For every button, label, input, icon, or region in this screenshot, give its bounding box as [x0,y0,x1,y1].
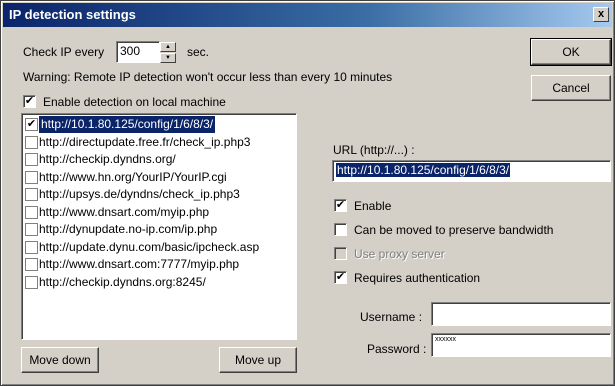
bandwidth-label: Can be moved to preserve bandwidth [354,223,554,237]
auth-checkbox[interactable]: ✔ [334,271,347,284]
url-item-checkbox[interactable] [25,170,38,184]
move-up-button[interactable]: Move up [219,347,297,373]
auth-label: Requires authentication [354,271,481,285]
url-item-label: http://www.dnsart.com:7777/myip.php [39,257,240,271]
check-mark-icon: ✔ [24,95,35,107]
url-item-checkbox[interactable] [25,135,38,149]
url-item-label: http://directupdate.free.fr/check_ip.php… [39,134,251,149]
username-input[interactable] [431,302,611,326]
url-item-checkbox[interactable] [25,223,38,236]
url-item-label: http://www.dnsart.com/myip.php [39,204,210,219]
proxy-label: Use proxy server [354,247,445,261]
username-label: Username : [360,310,423,324]
url-item-checkbox[interactable] [25,275,38,289]
check-ip-label: Check IP every [23,45,105,59]
url-item-checkbox[interactable] [25,240,38,254]
local-detection-label: Enable detection on local machine [43,95,226,109]
password-input[interactable]: xxxxxx [431,333,611,357]
spin-up-button[interactable]: ▲ [160,42,176,52]
warning-text: Warning: Remote IP detection won't occur… [23,70,393,84]
url-item-label: http://dynupdate.no-ip.com/ip.php [39,222,218,236]
url-list[interactable]: ✔ http://10.1.80.125/config/1/6/8/3/http:… [21,113,297,340]
url-item-checkbox[interactable] [25,153,38,166]
url-item-label: http://upsys.de/dyndns/check_ip.php3 [39,187,240,201]
check-mark-icon: ✔ [335,271,346,283]
ok-button[interactable]: OK [530,38,612,66]
close-button[interactable]: x [593,7,609,22]
enable-label: Enable [354,199,392,213]
url-item-checkbox[interactable] [25,258,38,271]
url-field[interactable]: http://10.1.80.125/config/1/6/8/3/ [332,160,611,182]
url-item-label: http://10.1.80.125/config/1/6/8/3/ [39,116,216,133]
ip-detection-dialog: IP detection settings x Check IP every 3… [0,0,615,386]
url-item-label: http://update.dynu.com/basic/ipcheck.asp [39,239,260,254]
bandwidth-checkbox[interactable] [334,223,347,236]
password-label: Password : [367,342,427,356]
window-title: IP detection settings [9,7,136,22]
title-bar: IP detection settings x [3,3,612,27]
local-detection-checkbox[interactable]: ✔ [23,95,36,108]
proxy-checkbox [334,247,347,260]
url-item-label: http://checkip.dyndns.org/ [39,152,176,166]
enable-checkbox[interactable]: ✔ [334,199,347,212]
url-field-label: URL (http://...) : [333,143,415,157]
check-interval-spinner[interactable]: ▲ ▼ [160,42,176,63]
check-mark-icon: ✔ [335,199,346,211]
check-interval-input[interactable]: 300 [116,41,160,63]
seconds-label: sec. [187,45,210,59]
cancel-button[interactable]: Cancel [531,75,611,101]
url-item-label: http://www.hn.org/YourIP/YourIP.cgi [39,169,227,184]
url-item-label: http://checkip.dyndns.org:8245/ [39,274,206,289]
url-item-checkbox[interactable] [25,188,38,201]
move-down-button[interactable]: Move down [21,347,99,373]
url-item-checkbox[interactable]: ✔ [25,118,38,131]
url-item-checkbox[interactable] [25,205,38,219]
url-field-value: http://10.1.80.125/config/1/6/8/3/ [336,163,511,177]
spin-down-button[interactable]: ▼ [160,53,176,63]
